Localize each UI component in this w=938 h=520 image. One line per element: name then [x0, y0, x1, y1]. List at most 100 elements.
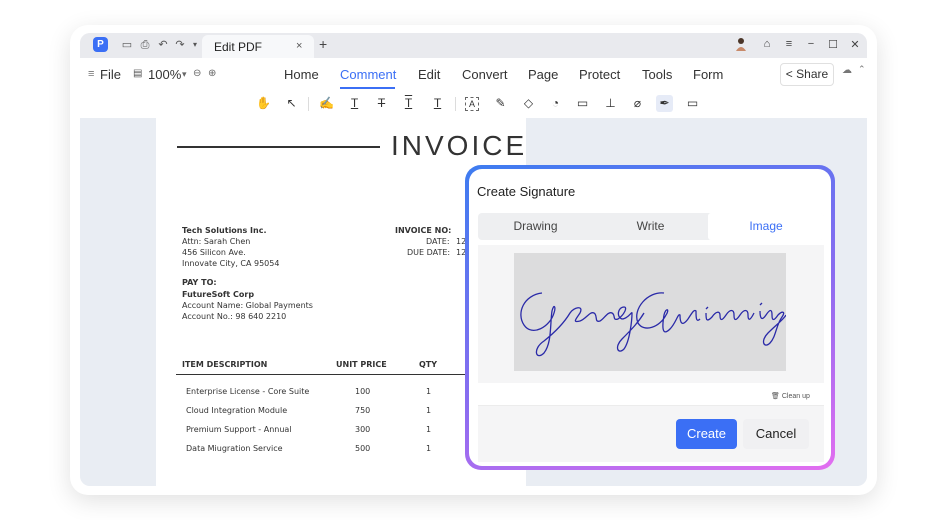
menu-page[interactable]: Page [528, 67, 558, 82]
save-icon[interactable]: ▭ [120, 38, 134, 52]
tab-write[interactable]: Write [593, 213, 708, 240]
due-date-label: DUE DATE: [407, 248, 451, 257]
tab-image[interactable]: Image [708, 213, 824, 240]
print-icon[interactable]: ⎙ [138, 38, 152, 52]
zoom-in-icon[interactable]: ⊕ [208, 68, 216, 79]
table-row-price: 500 [355, 444, 371, 453]
tab-bar: P ▭ ⎙ ↶ ↷ ▾ Edit PDF × + ⌂ ≡ − ☐ ✕ [80, 33, 867, 58]
date-label: DATE: [426, 237, 450, 246]
dialog-title: Create Signature [477, 184, 576, 199]
avatar[interactable] [734, 37, 748, 54]
document-tab[interactable]: Edit PDF × [202, 35, 314, 58]
menu-convert[interactable]: Convert [462, 67, 508, 82]
highlight-icon[interactable]: ✍ [318, 95, 335, 112]
close-tab-icon[interactable]: × [296, 40, 302, 52]
menu-protect[interactable]: Protect [579, 67, 620, 82]
signature-stroke [520, 292, 645, 357]
share-button[interactable]: < Share [780, 63, 834, 86]
text-box-icon[interactable]: A [465, 97, 479, 111]
document-tab-title: Edit PDF [214, 40, 263, 54]
menu-tools[interactable]: Tools [642, 67, 672, 82]
app-logo-icon[interactable]: P [93, 37, 108, 52]
title-rule [177, 146, 380, 148]
active-menu-indicator [340, 87, 395, 89]
header-qty: QTY [419, 360, 438, 369]
hamburger-icon[interactable]: ≡ [88, 68, 94, 80]
window-close-button[interactable]: ✕ [848, 38, 862, 51]
underline-text-icon[interactable]: T [346, 95, 363, 112]
replace-text-icon[interactable]: T [400, 95, 417, 112]
zoom-level[interactable]: 100% [148, 67, 181, 82]
pencil-icon[interactable]: ✎ [492, 95, 509, 112]
table-row-qty: 1 [426, 387, 432, 396]
sticky-note-icon[interactable]: ◔ [547, 95, 564, 112]
shape-icon[interactable]: ▭ [574, 95, 591, 112]
signature-icon[interactable]: ✒ [656, 95, 673, 112]
toolbar-divider [455, 97, 456, 111]
from-city: Innovate City, CA 95054 [182, 259, 280, 268]
cloud-icon[interactable]: ☁ [842, 65, 852, 76]
cancel-button[interactable]: Cancel [743, 419, 809, 449]
invoice-title: INVOICE [391, 130, 528, 161]
signature-mode-tabs: Drawing Write Image [478, 213, 824, 240]
table-row-qty: 1 [426, 425, 432, 434]
eraser-icon[interactable]: ◇ [520, 95, 537, 112]
header-item-description: ITEM DESCRIPTION [182, 360, 268, 369]
table-row-price: 100 [355, 387, 371, 396]
share-label: Share [796, 67, 829, 81]
collapse-icon[interactable]: ⌃ [858, 64, 866, 75]
redo-icon[interactable]: ↷ [173, 38, 187, 52]
file-menu[interactable]: File [100, 67, 121, 82]
comment-toolbar: ✋ ↖ ✍ T T T T A ✎ ◇ ◔ ▭ ⊥ ⌀ ✒ ▭ [80, 90, 867, 118]
undo-icon[interactable]: ↶ [156, 38, 170, 52]
signature-area [478, 245, 824, 383]
menu-form[interactable]: Form [693, 67, 723, 82]
table-row-price: 750 [355, 406, 371, 415]
menu-comment[interactable]: Comment [340, 67, 396, 82]
tab-drawing[interactable]: Drawing [478, 213, 593, 240]
stamp-icon[interactable]: ⊥ [602, 95, 619, 112]
from-attn: Attn: Sarah Chen [182, 237, 251, 246]
menu-icon[interactable]: ≡ [782, 38, 796, 50]
toolbar-divider [308, 97, 309, 111]
invoice-no-label: INVOICE NO: [395, 226, 452, 235]
menu-bar: ≡ File ▤ 100% ▾ ⊖ ⊕ Home Comment Edit Co… [80, 58, 867, 90]
new-tab-button[interactable]: + [319, 36, 327, 52]
comment-icon[interactable]: ▭ [684, 95, 701, 112]
quick-access-dropdown-icon[interactable]: ▾ [188, 38, 202, 52]
table-row-desc: Data Miugration Service [186, 444, 283, 453]
share-icon: < [785, 67, 793, 81]
from-address: 456 Silicon Ave. [182, 248, 246, 257]
create-signature-dialog: Create Signature Drawing Write Image 🗑 C… [465, 165, 835, 470]
pay-to-company: FutureSoft Corp [182, 290, 255, 299]
table-row-desc: Premium Support - Annual [186, 425, 292, 434]
cleanup-button[interactable]: 🗑 Clean up [771, 392, 810, 400]
cleanup-label: Clean up [781, 393, 810, 400]
strikethrough-text-icon[interactable]: T [373, 95, 390, 112]
zoom-dropdown-icon[interactable]: ▾ [182, 69, 187, 80]
create-button[interactable]: Create [676, 419, 737, 449]
select-tool-icon[interactable]: ↖ [283, 95, 300, 112]
attachment-icon[interactable]: ⌀ [629, 95, 646, 112]
signature-stroke [636, 292, 787, 346]
insert-text-icon[interactable]: T [429, 95, 446, 112]
notification-icon[interactable]: ⌂ [760, 38, 774, 50]
menu-edit[interactable]: Edit [418, 67, 440, 82]
maximize-button[interactable]: ☐ [826, 38, 840, 51]
table-row-qty: 1 [426, 444, 432, 453]
table-row-desc: Cloud Integration Module [186, 406, 288, 415]
signature-image[interactable] [514, 253, 787, 371]
page-icon[interactable]: ▤ [133, 68, 142, 79]
table-row-price: 300 [355, 425, 371, 434]
pay-to-label: PAY TO: [182, 278, 217, 287]
table-row-qty: 1 [426, 406, 432, 415]
table-row-desc: Enterprise License - Core Suite [186, 387, 310, 396]
trash-icon: 🗑 [771, 393, 780, 400]
from-company: Tech Solutions Inc. [182, 226, 267, 235]
pay-to-account-no: Account No.: 98 640 2210 [182, 312, 287, 321]
pay-to-account-name: Account Name: Global Payments [182, 301, 313, 310]
zoom-out-icon[interactable]: ⊖ [193, 68, 201, 79]
menu-home[interactable]: Home [284, 67, 319, 82]
minimize-button[interactable]: − [804, 38, 818, 50]
hand-tool-icon[interactable]: ✋ [255, 95, 272, 112]
